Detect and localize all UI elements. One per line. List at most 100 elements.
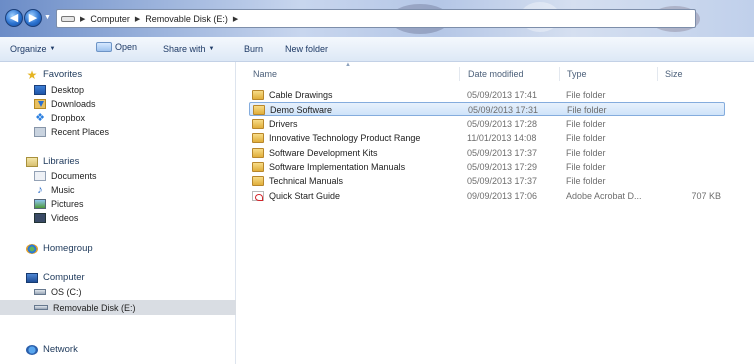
chevron-down-icon: ▼ (208, 46, 215, 52)
file-date-modified: 11/01/2013 14:08 (467, 133, 537, 144)
recent-places-icon (34, 127, 46, 137)
nav-recent-places-label: Recent Places (51, 127, 110, 137)
file-date-modified: 05/09/2013 17:37 (467, 147, 538, 158)
nav-libraries[interactable]: Libraries (26, 156, 79, 167)
folder-icon (252, 162, 264, 172)
folder-icon (252, 147, 264, 158)
chevron-right-icon[interactable]: ▶ (135, 15, 140, 23)
file-date-modified: 05/09/2013 17:29 (467, 162, 538, 172)
nav-downloads-label: Downloads (51, 99, 96, 109)
share-with-label: Share with (163, 44, 206, 54)
libraries-icon (26, 156, 38, 167)
star-icon: ★ (26, 67, 38, 82)
nav-dropbox[interactable]: ❖ Dropbox (34, 113, 85, 124)
file-row[interactable]: Technical Manuals 05/09/2013 17:37 File fo… (249, 174, 725, 188)
nav-computer-label: Computer (43, 272, 85, 283)
file-size: 707 KB (691, 190, 721, 201)
nav-pictures-label: Pictures (51, 199, 84, 209)
column-divider[interactable] (657, 67, 658, 81)
nav-removable-disk-label: Removable Disk (E:) (53, 302, 136, 313)
nav-pictures[interactable]: Pictures (34, 199, 84, 209)
nav-network[interactable]: Network (26, 344, 78, 355)
title-bar: ◀ ▶ ▼ ▶ Computer ▶ Removable Disk (E:) ▶ (0, 0, 754, 37)
organize-button[interactable]: Organize ▼ (10, 44, 55, 54)
hard-drive-icon (34, 289, 46, 295)
nav-music-label: Music (51, 185, 75, 195)
nav-computer[interactable]: Computer (26, 272, 85, 283)
breadcrumb-computer[interactable]: Computer (90, 14, 130, 24)
file-date-modified: 05/09/2013 17:31 (468, 105, 539, 116)
nav-desktop[interactable]: Desktop (34, 85, 84, 95)
nav-documents[interactable]: Documents (34, 171, 97, 181)
chevron-right-icon[interactable]: ▶ (80, 15, 85, 23)
arrow-right-icon: ▶ (28, 12, 38, 24)
navigation-pane: ★ Favorites Desktop Downloads ❖ Dropbox … (0, 62, 236, 364)
file-type: Adobe Acrobat D... (566, 190, 642, 201)
file-name: Demo Software (270, 105, 333, 116)
nav-removable-disk[interactable]: Removable Disk (E:) (0, 300, 236, 315)
organize-label: Organize (10, 44, 47, 54)
address-bar[interactable]: ▶ Computer ▶ Removable Disk (E:) ▶ (56, 9, 696, 28)
nav-homegroup[interactable]: Homegroup (26, 243, 93, 254)
file-name: Technical Manuals (269, 176, 344, 187)
file-name: Software Implementation Manuals (269, 162, 406, 172)
file-name: Drivers (269, 118, 298, 129)
new-folder-button[interactable]: New folder (285, 44, 328, 54)
arrow-left-icon: ◀ (9, 12, 19, 24)
file-name: Innovative Technology Product Range (269, 133, 421, 144)
command-toolbar: Organize ▼ Open Share with ▼ Burn New fo… (0, 37, 754, 62)
nav-favorites[interactable]: ★ Favorites (26, 67, 83, 82)
breadcrumb-removable-disk[interactable]: Removable Disk (E:) (145, 14, 228, 24)
usb-drive-icon (34, 305, 48, 310)
file-row[interactable]: Demo Software 05/09/2013 17:31 File folder (249, 102, 725, 117)
file-date-modified: 05/09/2013 17:41 (467, 90, 538, 100)
homegroup-icon (26, 243, 38, 254)
back-button[interactable]: ◀ (5, 9, 23, 27)
nav-os-drive-label: OS (C:) (51, 287, 82, 297)
recent-pages-dropdown[interactable]: ▼ (44, 14, 51, 21)
column-header-date-modified[interactable]: Date modified (468, 69, 524, 79)
chevron-right-icon[interactable]: ▶ (233, 15, 238, 23)
nav-recent-places[interactable]: Recent Places (34, 127, 109, 137)
nav-os-drive[interactable]: OS (C:) (34, 287, 82, 297)
file-type: File folder (566, 162, 606, 172)
column-header-size[interactable]: Size (665, 69, 683, 79)
folder-icon (252, 118, 264, 129)
file-date-modified: 09/09/2013 17:06 (467, 190, 538, 201)
file-row[interactable]: Software Development Kits 05/09/2013 17:3… (249, 146, 725, 160)
nav-libraries-label: Libraries (43, 156, 80, 167)
desktop-icon (34, 85, 46, 95)
file-name: Software Development Kits (269, 147, 378, 158)
file-list: ▲ Name Date modified Type Size Cable Dra… (237, 62, 754, 364)
column-divider[interactable] (459, 67, 460, 81)
nav-favorites-label: Favorites (43, 69, 83, 80)
file-name: Quick Start Guide (269, 190, 341, 201)
folder-icon (252, 176, 264, 187)
forward-button[interactable]: ▶ (24, 9, 42, 27)
file-type: File folder (566, 118, 606, 129)
nav-videos[interactable]: Videos (34, 213, 78, 223)
nav-network-label: Network (43, 344, 78, 355)
open-button[interactable]: Open (96, 42, 137, 52)
nav-music[interactable]: ♪ Music (34, 185, 75, 196)
file-row[interactable]: Cable Drawings 05/09/2013 17:41 File folde… (249, 88, 725, 102)
chevron-down-icon: ▼ (49, 46, 56, 52)
file-row[interactable]: Software Implementation Manuals 05/09/201… (249, 160, 725, 174)
file-row[interactable]: Quick Start Guide 09/09/2013 17:06 Adobe A… (249, 189, 725, 203)
network-icon (26, 344, 38, 355)
folder-icon (252, 133, 264, 144)
column-header-name[interactable]: Name (253, 69, 277, 79)
file-row[interactable]: Innovative Technology Product Range 11/01… (249, 131, 725, 145)
column-header-type[interactable]: Type (567, 69, 587, 79)
downloads-icon (34, 99, 46, 109)
documents-icon (34, 171, 46, 181)
computer-icon (26, 272, 38, 283)
burn-label: Burn (244, 44, 264, 54)
column-divider[interactable] (559, 67, 560, 81)
folder-icon (253, 105, 265, 116)
file-row[interactable]: Drivers 05/09/2013 17:28 File folder (249, 117, 725, 131)
nav-downloads[interactable]: Downloads (34, 99, 96, 109)
nav-homegroup-label: Homegroup (43, 243, 93, 254)
burn-button[interactable]: Burn (244, 44, 263, 54)
share-with-button[interactable]: Share with ▼ (163, 44, 214, 54)
